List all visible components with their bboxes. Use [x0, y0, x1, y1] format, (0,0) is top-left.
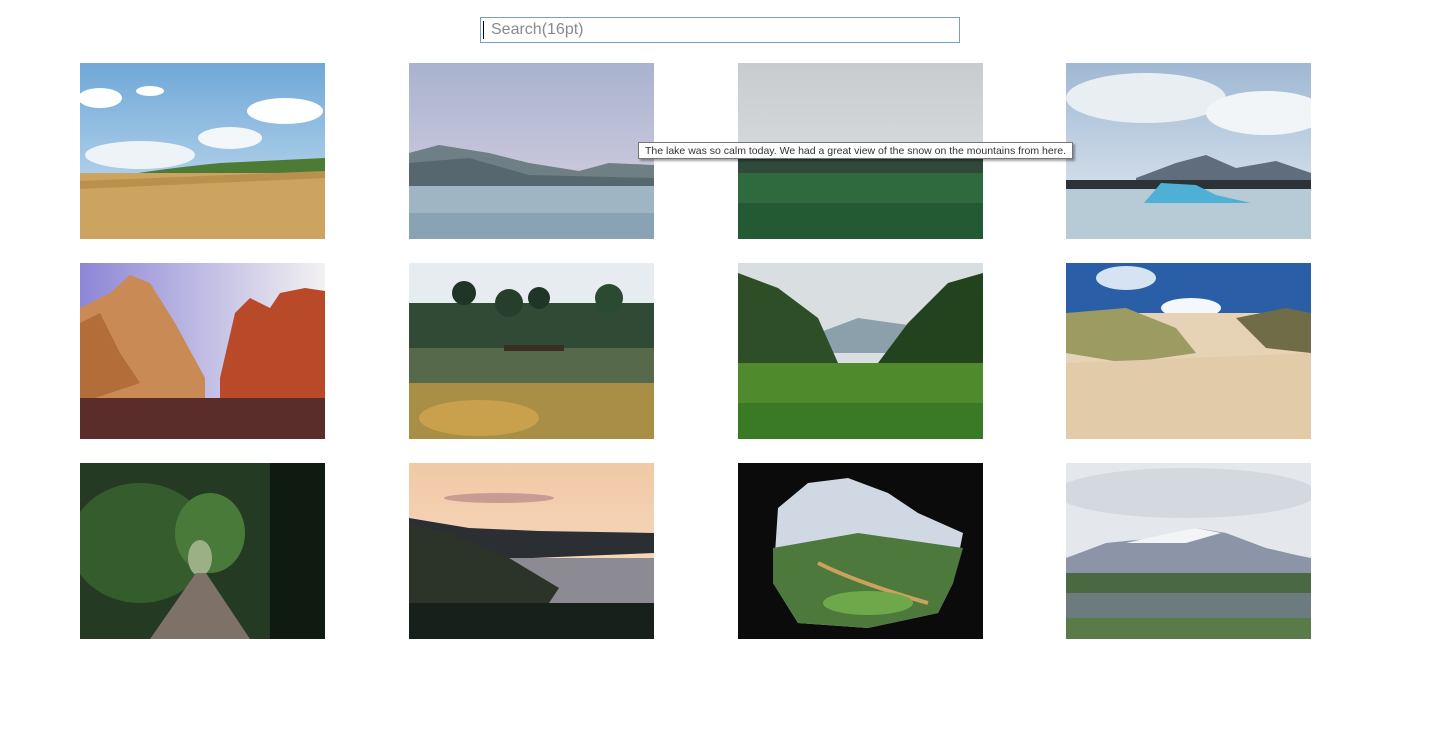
mountain-image [1066, 463, 1311, 639]
photo-lake[interactable] [409, 63, 654, 239]
photo-dunes[interactable] [1066, 263, 1311, 439]
valley-image [738, 263, 983, 439]
photo-path[interactable] [80, 463, 325, 639]
photo-coast[interactable] [409, 463, 654, 639]
image-tooltip: The lake was so calm today. We had a gre… [638, 142, 1073, 159]
photo-glacier[interactable] [1066, 63, 1311, 239]
photo-valley[interactable] [738, 263, 983, 439]
field-image [80, 63, 325, 239]
dunes-image [1066, 263, 1311, 439]
canyon-image [80, 263, 325, 439]
coast-image [409, 463, 654, 639]
photo-cave[interactable] [738, 463, 983, 639]
photo-mountain[interactable] [1066, 463, 1311, 639]
glacier-image [1066, 63, 1311, 239]
cave-image [738, 463, 983, 639]
photo-canyon[interactable] [80, 263, 325, 439]
text-cursor [483, 21, 484, 39]
search-input[interactable] [480, 17, 960, 43]
photo-garden[interactable] [409, 263, 654, 439]
lake-image [409, 63, 654, 239]
photo-field[interactable] [80, 63, 325, 239]
garden-image [409, 263, 654, 439]
path-image [80, 463, 325, 639]
